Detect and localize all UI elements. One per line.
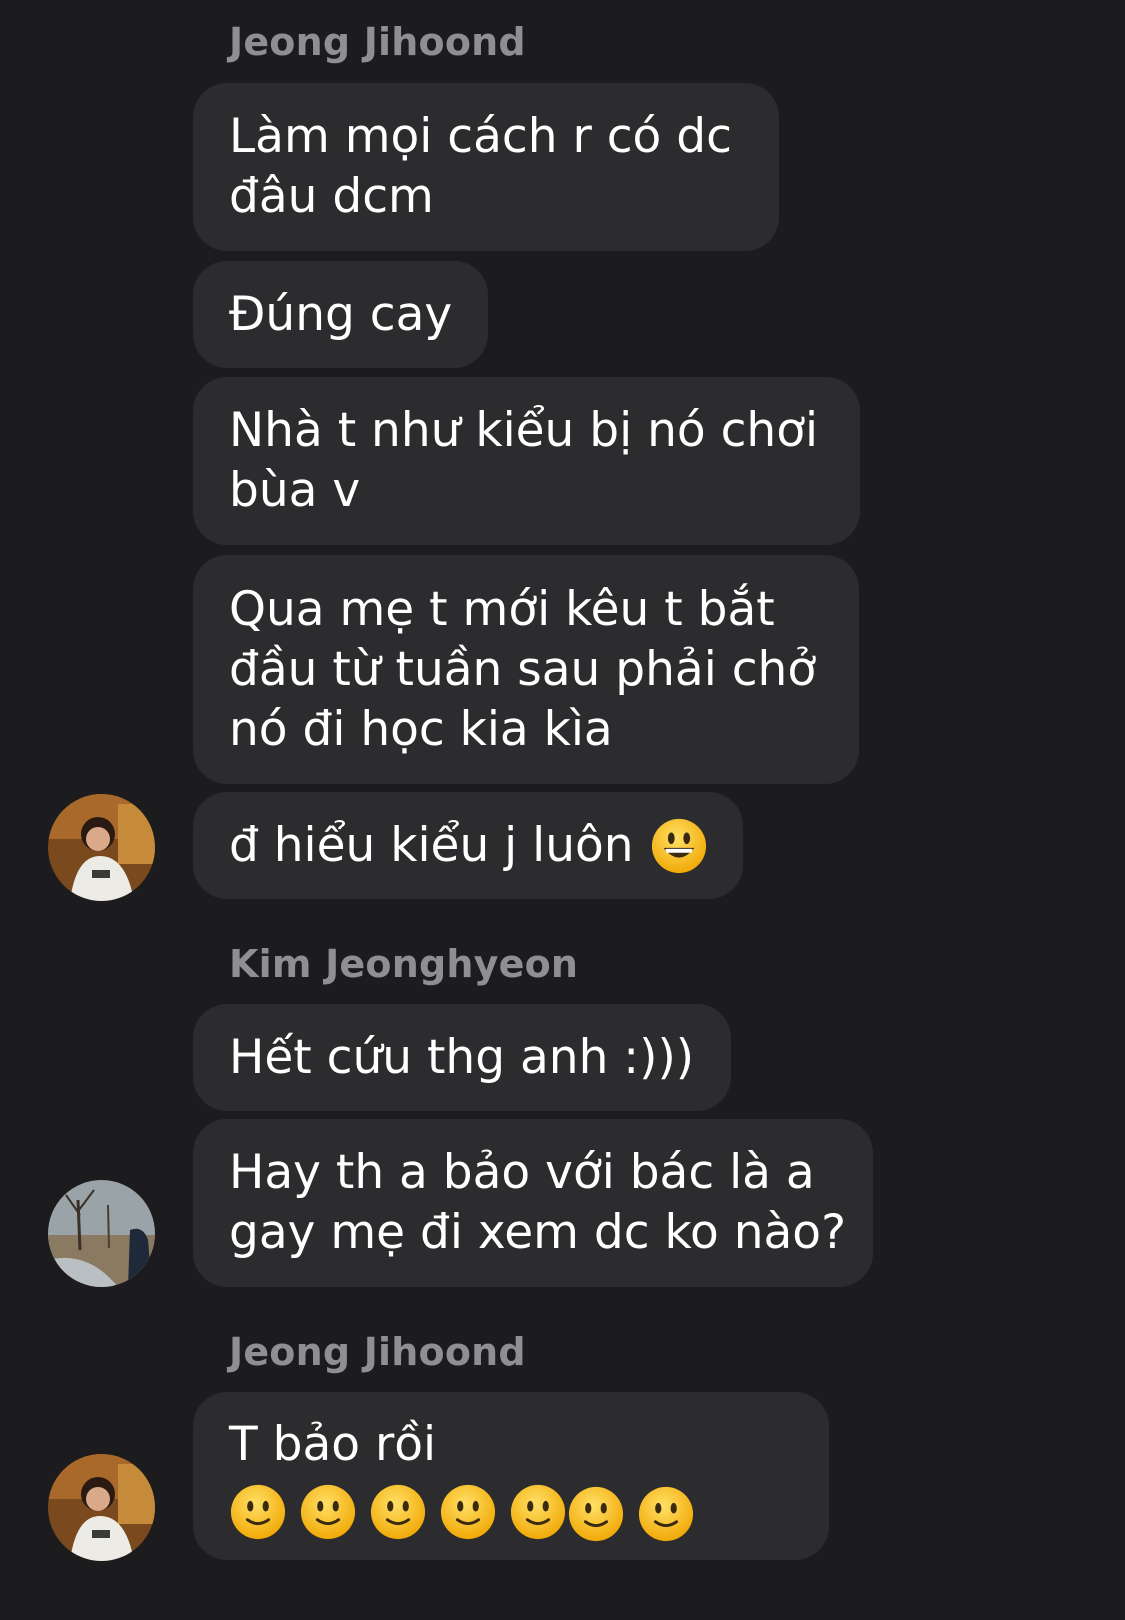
message-bubble[interactable]: Qua mẹ t mới kêu t bắt đầu từ tuần sau p… bbox=[193, 555, 859, 784]
message-text: Hết cứu thg anh :))) bbox=[229, 1029, 695, 1085]
message-text: Nhà t như kiểu bị nó chơi bùa v bbox=[229, 403, 819, 518]
message-bubble[interactable]: Nhà t như kiểu bị nó chơi bùa v bbox=[193, 377, 860, 545]
sender-name: Kim Jeonghyeon bbox=[229, 942, 579, 986]
sender-name: Jeong Jihoond bbox=[229, 1330, 526, 1374]
chat-thread: Jeong Jihoond Làm mọi cách r có dc đâu d… bbox=[0, 0, 1125, 1620]
message-bubble[interactable]: đ hiểu kiểu j luôn bbox=[193, 792, 743, 899]
emoji-group bbox=[229, 1483, 567, 1541]
message-text: T bảo rồi bbox=[229, 1417, 437, 1472]
message-text: Đúng cay bbox=[229, 286, 453, 342]
message-bubble[interactable]: Hết cứu thg anh :))) bbox=[193, 1004, 731, 1111]
slightly-smiling-face-icon bbox=[637, 1485, 695, 1543]
avatar[interactable] bbox=[48, 794, 155, 901]
message-text: đ hiểu kiểu j luôn bbox=[229, 817, 634, 873]
message-bubble[interactable]: T bảo rồi bbox=[193, 1392, 829, 1560]
message-text: Làm mọi cách r có dc đâu dcm bbox=[229, 109, 732, 224]
sender-name: Jeong Jihoond bbox=[229, 20, 526, 64]
slightly-smiling-face-icon bbox=[567, 1485, 625, 1543]
message-bubble[interactable]: Hay th a bảo với bác là a gay mẹ đi xem … bbox=[193, 1119, 873, 1287]
slightly-smiling-face-icon bbox=[439, 1483, 497, 1541]
grinning-face-icon bbox=[650, 817, 708, 875]
message-text: Qua mẹ t mới kêu t bắt đầu từ tuần sau p… bbox=[229, 581, 817, 757]
message-bubble[interactable]: Đúng cay bbox=[193, 261, 488, 368]
slightly-smiling-face-icon bbox=[509, 1483, 567, 1541]
slightly-smiling-face-icon bbox=[299, 1483, 357, 1541]
slightly-smiling-face-icon bbox=[369, 1483, 427, 1541]
emoji-group bbox=[567, 1485, 695, 1543]
message-text: Hay th a bảo với bác là a gay mẹ đi xem … bbox=[229, 1145, 847, 1260]
message-bubble[interactable]: Làm mọi cách r có dc đâu dcm bbox=[193, 83, 779, 251]
avatar[interactable] bbox=[48, 1180, 155, 1287]
avatar[interactable] bbox=[48, 1454, 155, 1561]
slightly-smiling-face-icon bbox=[229, 1483, 287, 1541]
